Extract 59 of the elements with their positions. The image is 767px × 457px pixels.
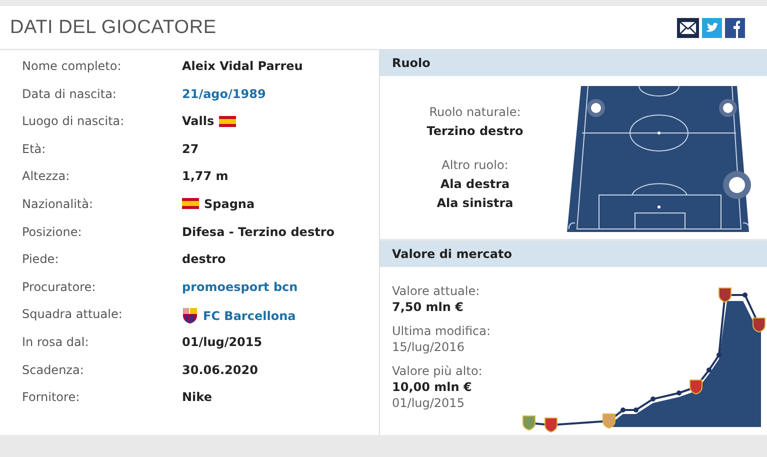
field-value: destro xyxy=(182,252,226,266)
field-label: Altezza: xyxy=(22,169,71,184)
field-label: Fornitore: xyxy=(22,390,81,404)
value-link[interactable]: FC Barcellona xyxy=(203,308,296,323)
field-label: Procuratore: xyxy=(22,280,97,294)
section-title: DATI DEL GIOCATORE xyxy=(10,16,216,38)
market-label: Valore più alto: xyxy=(392,363,484,379)
flag-icon xyxy=(182,198,199,210)
flag-icon xyxy=(219,116,236,127)
club-crest-icon xyxy=(718,288,732,302)
club-crest-icon xyxy=(544,418,558,432)
facebook-icon[interactable] xyxy=(725,18,745,38)
panel-title: Valore di mercato xyxy=(392,247,512,261)
panel-title: Ruolo xyxy=(392,56,430,70)
role-value: Ala sinistra xyxy=(436,194,514,212)
field-label: Piede: xyxy=(22,252,60,266)
field-label: Squadra attuale: xyxy=(22,307,124,322)
role-value: Ala destra xyxy=(440,176,510,192)
club-crest-icon xyxy=(690,380,702,394)
field-value: Difesa - Terzino destro xyxy=(182,224,334,239)
field-value: Spagna xyxy=(204,196,255,211)
data-point xyxy=(620,408,626,412)
field-label: Nazionalità: xyxy=(22,196,94,211)
market-value: 10,00 mln € xyxy=(392,379,473,395)
data-point xyxy=(634,408,638,412)
field-value: 1,77 m xyxy=(182,169,228,184)
value-link[interactable]: 21/ago/1989 xyxy=(182,86,266,101)
role-label: Altro ruolo: xyxy=(442,156,508,174)
field-label: In rosa dal: xyxy=(22,334,90,349)
field-label: Data di nascita: xyxy=(22,86,118,101)
data-point xyxy=(650,396,656,402)
field-value: Nike xyxy=(182,390,212,404)
club-crest-icon xyxy=(182,307,198,324)
data-point xyxy=(676,390,682,396)
field-label: Luogo di nascita: xyxy=(22,114,126,128)
club-crest-icon xyxy=(752,318,766,332)
club-crest-icon xyxy=(602,414,616,428)
field-value: 30.06.2020 xyxy=(182,362,258,377)
field-value: 27 xyxy=(182,142,199,156)
role-value: Terzino destro xyxy=(426,122,524,140)
market-label: Ultima modifica: xyxy=(392,323,491,339)
club-crest-icon xyxy=(522,416,536,430)
data-point xyxy=(742,292,748,298)
field-label: Scadenza: xyxy=(22,362,85,377)
field-label: Nome completo: xyxy=(22,59,122,73)
field-label: Età: xyxy=(22,142,47,156)
value-link[interactable]: promoesport bcn xyxy=(182,280,298,294)
field-label: Posizione: xyxy=(22,224,83,239)
field-value: Valls xyxy=(182,114,214,128)
role-label: Ruolo naturale: xyxy=(429,104,521,120)
market-value: 15/lug/2016 xyxy=(392,339,466,355)
field-value: 01/lug/2015 xyxy=(182,334,262,349)
data-point xyxy=(716,352,722,358)
field-value: Aleix Vidal Parreu xyxy=(182,59,303,73)
data-point xyxy=(706,368,712,372)
market-date: 01/lug/2015 xyxy=(392,395,466,411)
email-icon[interactable] xyxy=(677,18,699,38)
market-value: 7,50 mln € xyxy=(392,299,464,315)
market-label: Valore attuale: xyxy=(392,283,481,299)
